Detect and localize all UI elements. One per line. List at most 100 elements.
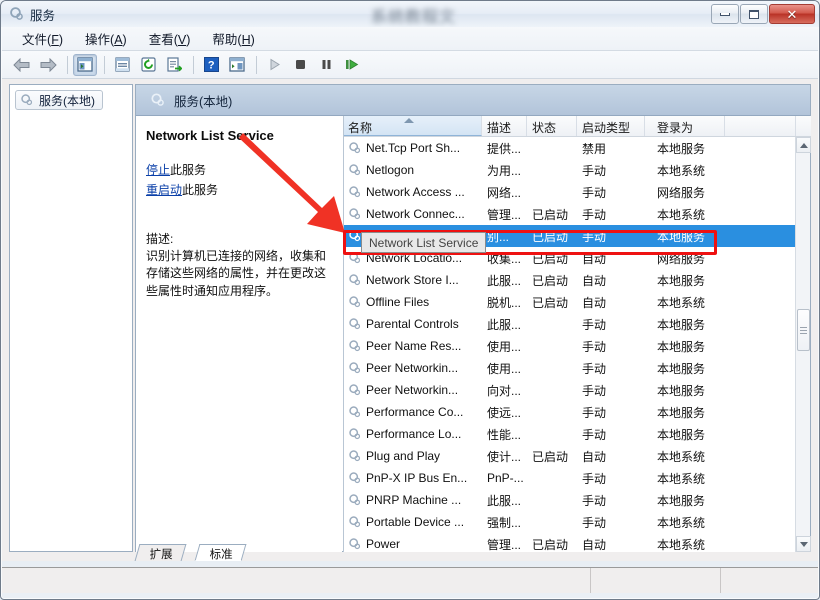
cell-logon-as: 本地系统 <box>657 471 706 486</box>
service-name-text: PnP-X IP Bus En... <box>366 471 468 485</box>
list-vertical-scrollbar[interactable] <box>795 137 811 552</box>
table-row[interactable]: Network List Ser... 别... 已启动 手动 本地服务 <box>344 225 796 247</box>
cell-startup-type: 手动 <box>582 383 607 398</box>
cell-status: 已启动 <box>532 251 569 266</box>
start-service-button[interactable] <box>262 54 286 76</box>
column-header-status[interactable]: 状态 <box>527 116 577 136</box>
cell-description: 使用... <box>487 339 522 354</box>
column-header-startup-type[interactable]: 启动类型 <box>577 116 645 136</box>
table-row[interactable]: PNRP Machine ... 此服... 手动 本地服务 <box>344 489 796 511</box>
cell-status: 已启动 <box>532 449 569 464</box>
window-controls: ✕ <box>710 4 815 25</box>
services-gear-icon <box>349 450 361 462</box>
table-row[interactable]: Network Access ... 网络... 手动 网络服务 <box>344 181 796 203</box>
list-rows-container[interactable]: Net.Tcp Port Sh... 提供... 禁用 本地服务 Netlogon 为用.… <box>344 137 796 552</box>
forward-icon <box>40 57 57 72</box>
menu-item-help[interactable]: 帮助(H) <box>202 26 264 52</box>
service-details-panel: Network List Service 停止此服务 重启动此服务 描述: 识别… <box>136 116 342 552</box>
tab-extended-label: 扩展 <box>149 549 173 561</box>
minimize-button[interactable] <box>711 4 739 24</box>
table-row[interactable]: Peer Networkin... 使用... 手动 本地服务 <box>344 357 796 379</box>
restart-service-button[interactable] <box>340 54 364 76</box>
service-name-text: Peer Networkin... <box>366 383 459 397</box>
cell-logon-as: 本地服务 <box>657 229 706 244</box>
services-gear-icon <box>349 516 361 528</box>
column-header-logon-as[interactable]: 登录为 <box>645 116 725 136</box>
cell-service-name: Netlogon <box>344 163 482 177</box>
table-row[interactable]: PnP-X IP Bus En... PnP-... 手动 本地系统 <box>344 467 796 489</box>
forward-button[interactable] <box>36 54 60 76</box>
services-gear-icon <box>349 406 361 418</box>
table-row[interactable]: Peer Networkin... 向对... 手动 本地服务 <box>344 379 796 401</box>
cell-startup-type: 自动 <box>582 273 607 288</box>
cell-description: 提供... <box>487 141 522 156</box>
show-hide-tree-button[interactable] <box>73 53 97 76</box>
cell-logon-as: 本地服务 <box>657 383 706 398</box>
show-action-pane-button[interactable] <box>225 54 249 76</box>
menu-item-file[interactable]: 文件(F) <box>12 26 73 52</box>
back-button[interactable] <box>10 54 34 76</box>
cell-logon-as: 本地服务 <box>657 273 706 288</box>
menu-item-action[interactable]: 操作(A) <box>75 26 137 52</box>
cell-description: 网络... <box>487 185 522 200</box>
content-area: 服务(本地) 服务(本地) Network List Service 停止此服务 <box>2 79 818 561</box>
cell-status: 已启动 <box>532 207 569 222</box>
properties-button[interactable] <box>110 54 134 76</box>
refresh-button[interactable] <box>136 54 160 76</box>
maximize-button[interactable] <box>740 4 768 24</box>
table-row[interactable]: Network Store I... 此服... 已启动 自动 本地服务 <box>344 269 796 291</box>
services-gear-icon <box>349 164 361 176</box>
table-row[interactable]: Offline Files 脱机... 已启动 自动 本地系统 <box>344 291 796 313</box>
description-text: 识别计算机已连接的网络，收集和存储这些网络的属性，并在更改这些属性时通知应用程序… <box>146 249 327 298</box>
table-row[interactable]: Parental Controls 此服... 手动 本地服务 <box>344 313 796 335</box>
cell-startup-type: 手动 <box>582 471 607 486</box>
column-header-name[interactable]: 名称 <box>344 116 482 136</box>
scrollbar-thumb[interactable] <box>797 309 810 351</box>
cell-startup-type: 手动 <box>582 229 607 244</box>
tab-extended[interactable]: 扩展 <box>134 544 187 561</box>
console-tree-pane[interactable]: 服务(本地) <box>9 84 133 552</box>
table-row[interactable]: Net.Tcp Port Sh... 提供... 禁用 本地服务 <box>344 137 796 159</box>
scroll-up-button[interactable] <box>796 137 811 153</box>
stop-service-link[interactable]: 停止 <box>146 163 170 177</box>
table-row[interactable]: Netlogon 为用... 手动 本地系统 <box>344 159 796 181</box>
table-row[interactable]: Performance Lo... 性能... 手动 本地服务 <box>344 423 796 445</box>
cell-logon-as: 网络服务 <box>657 185 706 200</box>
menu-item-view[interactable]: 查看(V) <box>139 26 201 52</box>
service-name-text: Network List Ser... <box>366 229 464 243</box>
toolbar: ? <box>2 51 818 79</box>
restart-service-link[interactable]: 重启动 <box>146 183 182 197</box>
stop-service-button[interactable] <box>288 54 312 76</box>
column-header-description[interactable]: 描述 <box>482 116 527 136</box>
status-bar-segment-2 <box>591 568 721 593</box>
service-name-text: Portable Device ... <box>366 515 465 529</box>
cell-startup-type: 手动 <box>582 493 607 508</box>
service-name-text: Offline Files <box>366 295 430 309</box>
tab-standard[interactable]: 标准 <box>194 544 247 561</box>
table-row[interactable]: Network Connec... 管理... 已启动 手动 本地系统 <box>344 203 796 225</box>
table-row[interactable]: Plug and Play 使计... 已启动 自动 本地系统 <box>344 445 796 467</box>
title-bar[interactable]: 服务 系统教程文 ✕ <box>1 1 819 27</box>
service-name-text: Peer Networkin... <box>366 361 459 375</box>
pane-header-label: 服务(本地) <box>174 94 233 109</box>
table-row[interactable]: Performance Co... 使远... 手动 本地服务 <box>344 401 796 423</box>
services-gear-icon <box>151 93 164 106</box>
cell-status: 已启动 <box>532 295 569 310</box>
pause-service-button[interactable] <box>314 54 338 76</box>
export-list-button[interactable] <box>162 54 186 76</box>
services-window-screenshot: 服务 系统教程文 ✕ 文件(F) 操作(A) 查看(V) 帮助(H) ? 服务(… <box>0 0 820 600</box>
table-row[interactable]: Portable Device ... 强制... 手动 本地系统 <box>344 511 796 533</box>
tree-node-services-local[interactable]: 服务(本地) <box>15 90 103 110</box>
cell-service-name: Performance Co... <box>344 405 482 419</box>
close-button[interactable]: ✕ <box>769 4 815 24</box>
cell-startup-type: 手动 <box>582 207 607 222</box>
services-gear-icon <box>349 472 361 484</box>
toolbar-separator <box>104 55 105 74</box>
table-row[interactable]: Peer Name Res... 使用... 手动 本地服务 <box>344 335 796 357</box>
cell-status: 已启动 <box>532 229 569 244</box>
cell-logon-as: 本地服务 <box>657 339 706 354</box>
services-gear-icon <box>349 252 361 264</box>
services-list-view[interactable]: 名称 描述 状态 启动类型 登录为 Net.Tcp Port Sh... 提供..… <box>343 116 811 552</box>
table-row[interactable]: Network Locatio... 收集... 已启动 自动 网络服务 <box>344 247 796 269</box>
help-button[interactable]: ? <box>199 54 223 76</box>
